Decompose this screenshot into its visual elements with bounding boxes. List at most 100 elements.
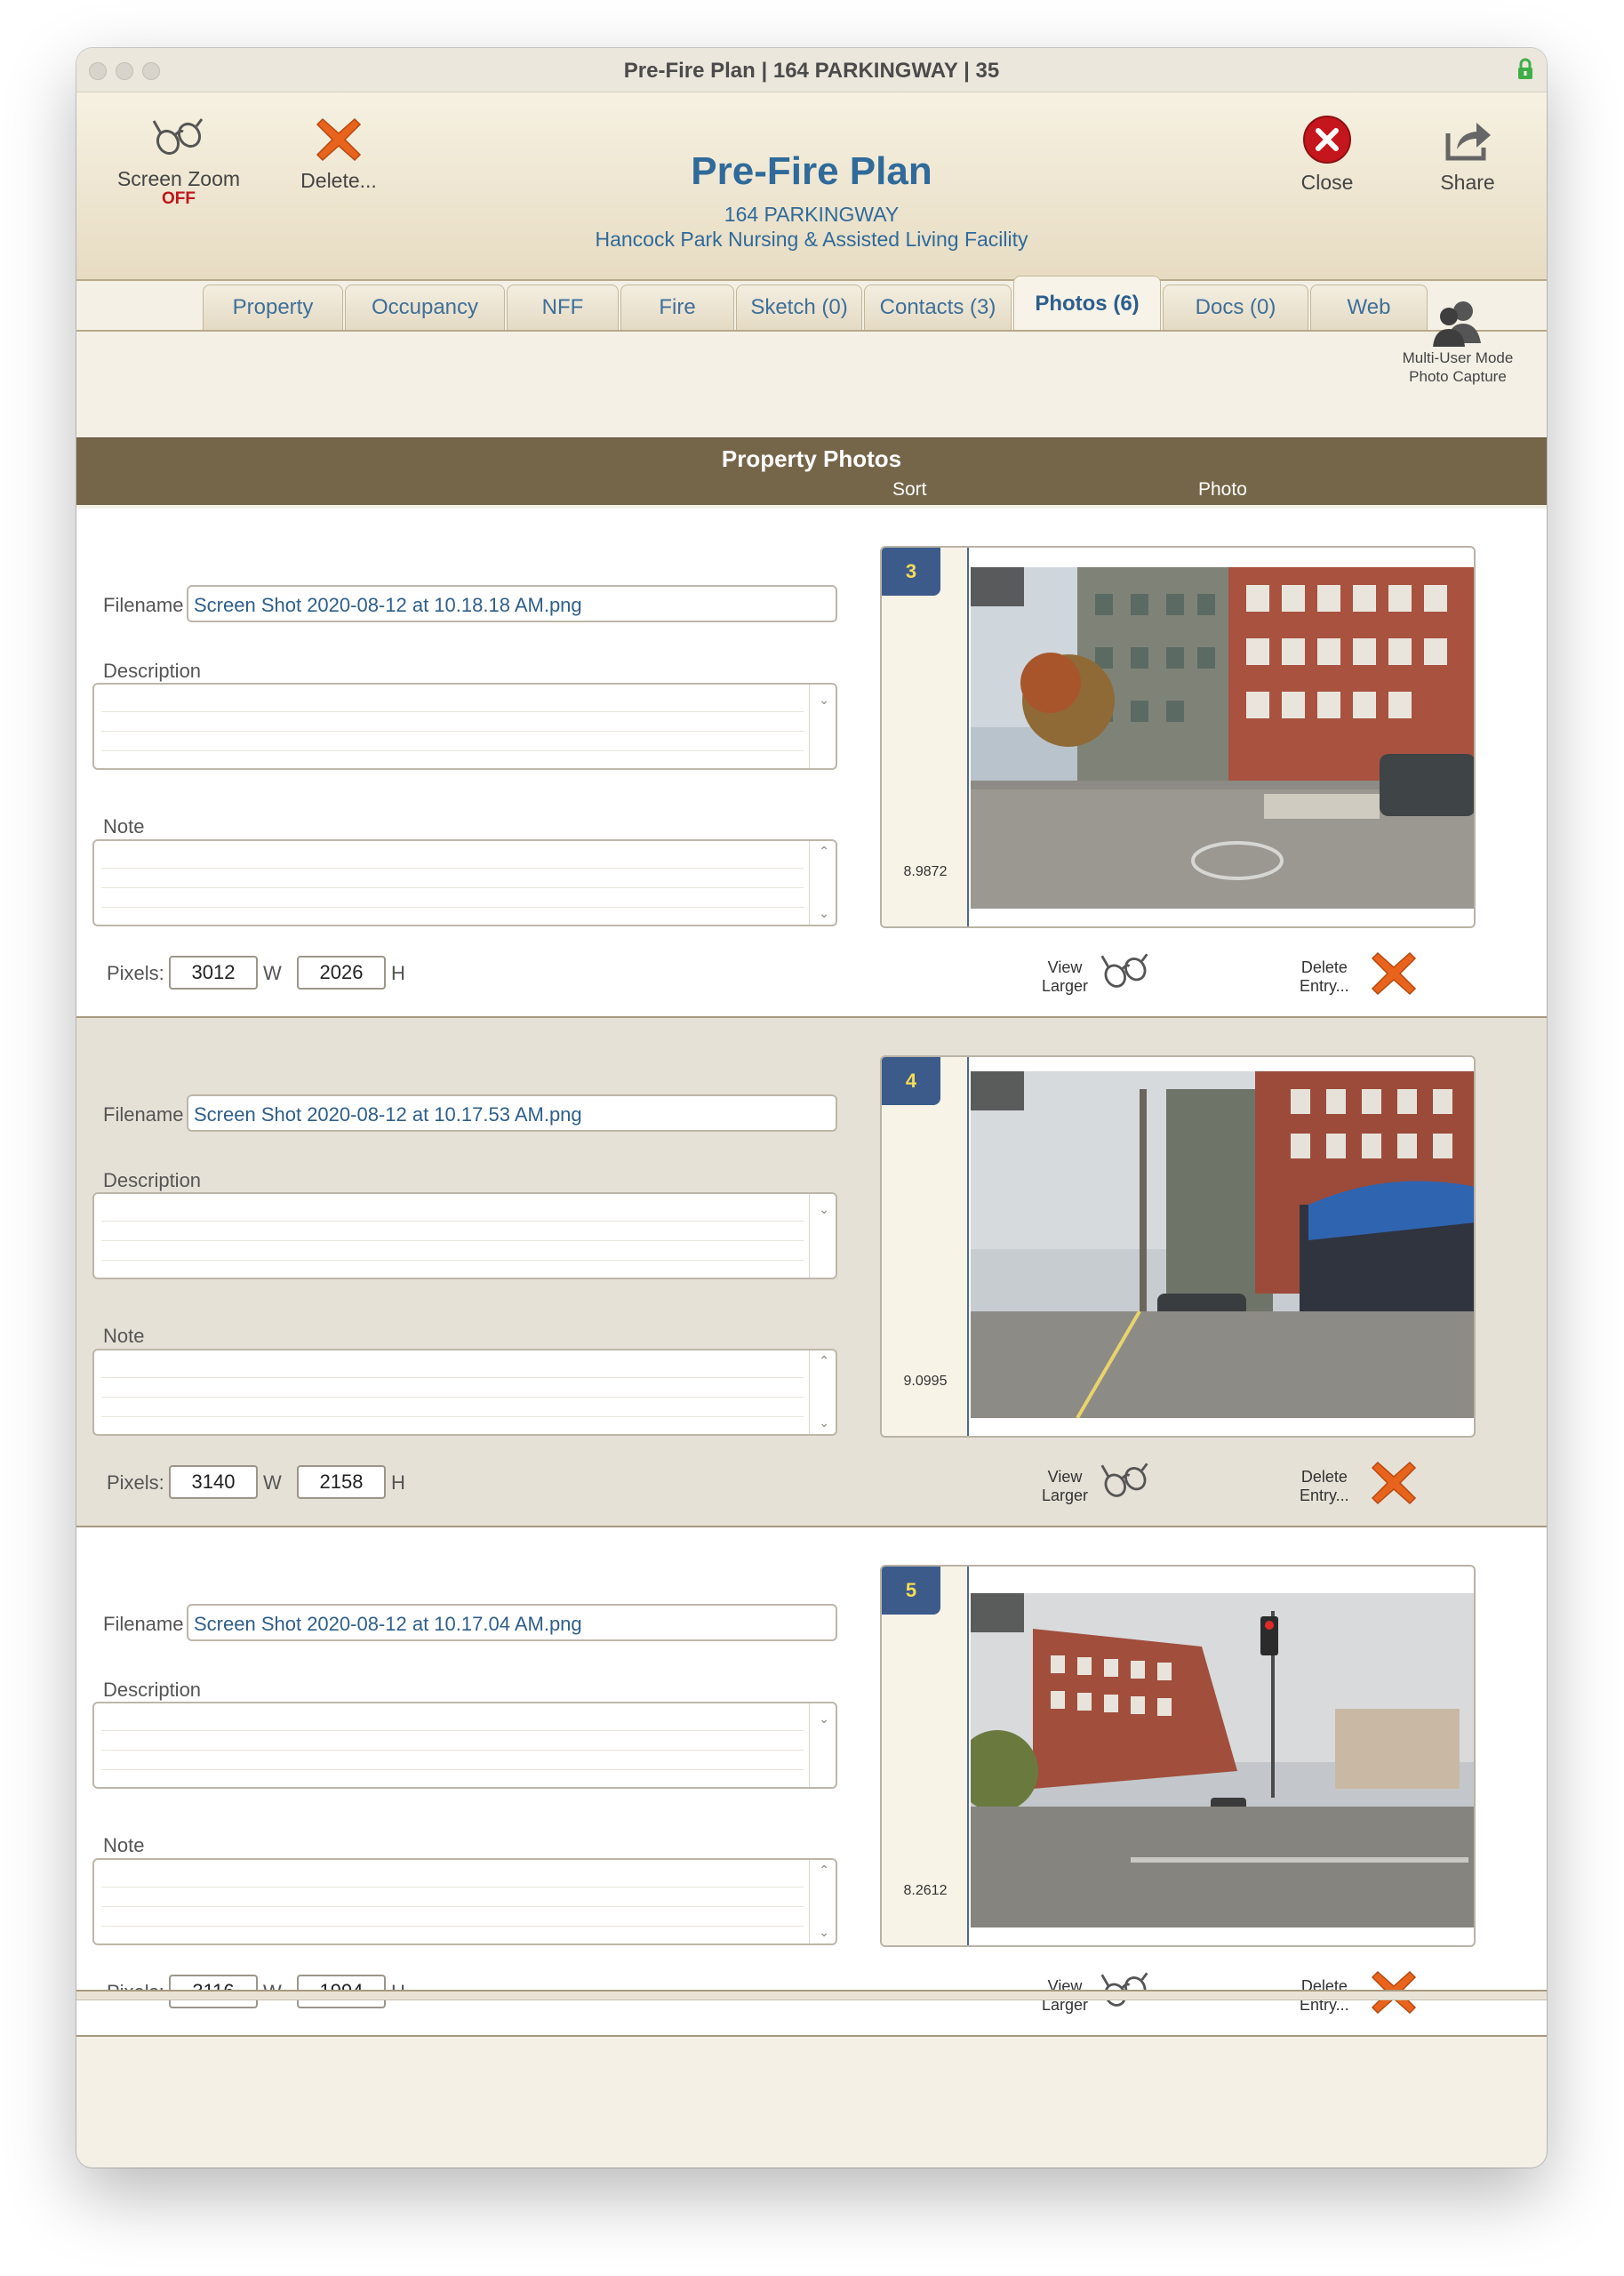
width-unit: W	[263, 962, 282, 984]
lock-icon	[1518, 58, 1532, 79]
delete-entry-line1: Delete	[1300, 1468, 1348, 1486]
sort-column-header[interactable]: Sort	[892, 479, 927, 501]
pixel-height-field[interactable]: 2158	[297, 1465, 386, 1499]
filename-field[interactable]: Screen Shot 2020-08-12 at 10.18.18 AM.pn…	[187, 585, 837, 622]
description-label: Description	[103, 660, 202, 682]
delete-entry-line2: Entry...	[1300, 977, 1349, 995]
tab-fire[interactable]: Fire	[620, 284, 734, 331]
view-larger-line1: View	[1047, 958, 1083, 976]
tab-docs[interactable]: Docs (0)	[1163, 284, 1308, 331]
header-toolbar: Screen Zoom OFF Delete... Pre-Fire Plan …	[76, 92, 1547, 281]
tab-divider	[76, 330, 1547, 332]
view-larger-line2: Larger	[1042, 977, 1089, 995]
pixel-width-field[interactable]: 3140	[169, 1465, 258, 1499]
description-field[interactable]: ⌄	[92, 1192, 837, 1279]
note-label: Note	[103, 1834, 145, 1856]
x-icon[interactable]	[1369, 1457, 1419, 1507]
photo-row: Filename Screen Shot 2020-08-12 at 10.17…	[76, 1018, 1547, 1527]
note-field[interactable]: ⌃ ⌄	[92, 1349, 837, 1436]
height-unit: H	[391, 1471, 405, 1494]
chevron-up-icon: ⌃	[819, 1353, 829, 1367]
property-photo-image[interactable]	[971, 567, 1476, 909]
view-larger-label[interactable]: View Larger	[1042, 1468, 1088, 1505]
app-window: Pre-Fire Plan | 164 PARKINGWAY | 35 Scre…	[76, 48, 1547, 2168]
sort-column: 4 9.0995	[882, 1057, 969, 1436]
close-label: Close	[1300, 171, 1354, 194]
filename-label: Filename	[103, 594, 184, 616]
glasses-icon[interactable]	[1099, 948, 1152, 996]
view-larger-label[interactable]: View Larger	[1042, 958, 1088, 996]
photo-container[interactable]: 5 8.2612	[880, 1565, 1476, 1947]
photo-row: Filename Screen Shot 2020-08-12 at 10.17…	[76, 1527, 1547, 2037]
multi-user-label-line1: Multi-User Mode	[1402, 349, 1514, 366]
description-scrollbar[interactable]: ⌄	[809, 1194, 836, 1278]
description-field[interactable]: ⌄	[92, 1702, 837, 1789]
tab-bar: Property Occupancy NFF Fire Sketch (0) C…	[76, 276, 1547, 331]
filename-field[interactable]: Screen Shot 2020-08-12 at 10.17.04 AM.pn…	[187, 1604, 837, 1641]
sort-badge[interactable]: 3	[882, 548, 940, 596]
x-icon[interactable]	[1369, 948, 1419, 998]
view-larger-line1: View	[1047, 1468, 1083, 1486]
chevron-down-icon: ⌄	[819, 906, 829, 920]
share-icon	[1445, 123, 1491, 161]
description-field[interactable]: ⌄	[92, 683, 837, 770]
note-label: Note	[103, 815, 145, 837]
sort-badge[interactable]: 5	[882, 1567, 940, 1615]
property-photo-image[interactable]	[971, 1071, 1476, 1418]
tab-sketch[interactable]: Sketch (0)	[736, 284, 862, 331]
delete-entry-label[interactable]: Delete Entry...	[1300, 1468, 1349, 1505]
chevron-down-icon: ⌄	[819, 1711, 829, 1726]
sort-column: 3 8.9872	[882, 548, 969, 926]
description-label: Description	[103, 1679, 202, 1701]
description-scrollbar[interactable]: ⌄	[809, 685, 836, 768]
share-button[interactable]: Share	[1401, 114, 1534, 195]
filename-label: Filename	[103, 1613, 184, 1635]
filename-label: Filename	[103, 1103, 184, 1126]
tab-nff[interactable]: NFF	[507, 284, 619, 331]
tab-occupancy[interactable]: Occupancy	[345, 284, 505, 331]
height-unit: H	[391, 962, 405, 984]
note-field[interactable]: ⌃ ⌄	[92, 1858, 837, 1945]
people-icon	[1433, 301, 1481, 347]
photo-column-header: Photo	[1198, 479, 1247, 500]
list-footer-divider	[76, 1990, 1547, 2000]
photo-row: Filename Screen Shot 2020-08-12 at 10.18…	[76, 509, 1547, 1018]
note-field[interactable]: ⌃ ⌄	[92, 839, 837, 926]
facility-name: Hancock Park Nursing & Assisted Living F…	[595, 228, 1028, 251]
close-button[interactable]: Close	[1260, 114, 1394, 195]
tab-photos[interactable]: Photos (6)	[1013, 276, 1161, 331]
pixel-height-field[interactable]: 2026	[297, 956, 386, 990]
note-scrollbar[interactable]: ⌃ ⌄	[809, 841, 836, 925]
note-scrollbar[interactable]: ⌃ ⌄	[809, 1860, 836, 1943]
pixel-width-field[interactable]: 3012	[169, 956, 258, 990]
photo-container[interactable]: 3 8.9872	[880, 546, 1476, 928]
multi-user-photo-capture-button[interactable]: Multi-User Mode Photo Capture	[1396, 299, 1520, 386]
description-scrollbar[interactable]: ⌄	[809, 1703, 836, 1787]
section-title: Property Photos	[721, 445, 902, 472]
glasses-icon[interactable]	[1099, 1457, 1152, 1505]
view-larger-line2: Larger	[1042, 1487, 1089, 1504]
close-circle-icon	[1303, 116, 1351, 164]
note-scrollbar[interactable]: ⌃ ⌄	[809, 1350, 836, 1434]
property-address: 164 PARKINGWAY	[724, 203, 900, 226]
sort-value: 8.9872	[903, 864, 948, 879]
chevron-down-icon: ⌄	[819, 1925, 829, 1939]
share-label: Share	[1440, 171, 1495, 194]
property-photos-header: Property Photos Sort Photo	[76, 437, 1547, 505]
window-title: Pre-Fire Plan | 164 PARKINGWAY | 35	[623, 59, 1000, 83]
tab-property[interactable]: Property	[203, 284, 343, 331]
filename-field[interactable]: Screen Shot 2020-08-12 at 10.17.53 AM.pn…	[187, 1094, 837, 1132]
sort-badge[interactable]: 4	[882, 1057, 940, 1105]
tab-contacts[interactable]: Contacts (3)	[864, 284, 1012, 331]
property-photo-image[interactable]	[971, 1593, 1476, 1927]
chevron-down-icon: ⌄	[819, 693, 829, 707]
photo-container[interactable]: 4 9.0995	[880, 1055, 1476, 1438]
chevron-down-icon: ⌄	[819, 1415, 829, 1430]
chevron-up-icon: ⌃	[819, 844, 829, 858]
sort-column: 5 8.2612	[882, 1567, 969, 1945]
pixels-label: Pixels:	[107, 962, 164, 984]
delete-entry-line2: Entry...	[1300, 1487, 1349, 1504]
delete-entry-label[interactable]: Delete Entry...	[1300, 958, 1349, 996]
chevron-down-icon: ⌄	[819, 1202, 829, 1216]
multi-user-label-line2: Photo Capture	[1409, 368, 1507, 385]
